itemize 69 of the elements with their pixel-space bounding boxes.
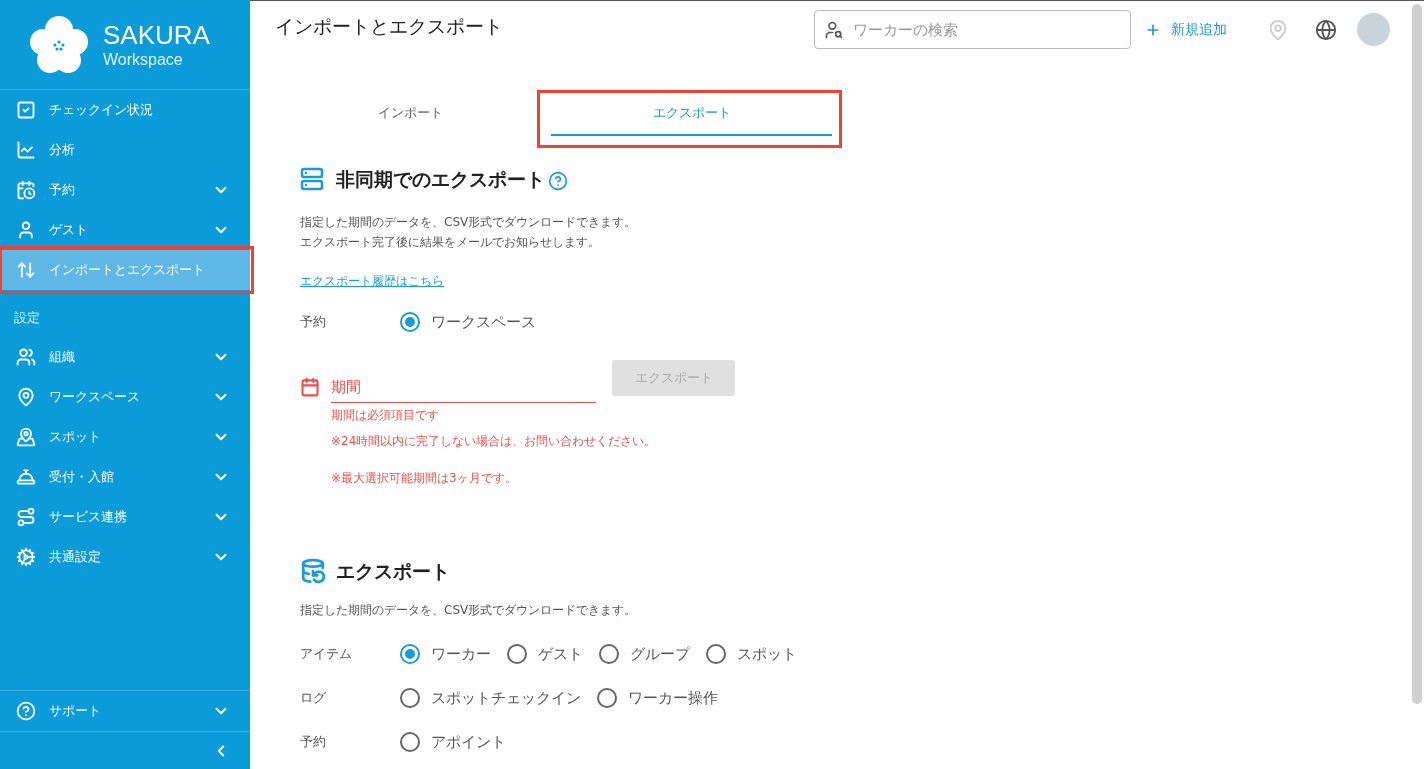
description-text: 指定した期間のデータを、CSV形式でダウンロードできます。	[300, 214, 638, 231]
sidebar-item-icon	[16, 347, 36, 367]
description-text: 指定した期間のデータを、CSV形式でダウンロードできます。	[300, 602, 638, 619]
logo-subtitle: Workspace	[103, 51, 184, 68]
sidebar-item-icon	[16, 701, 36, 721]
logo-title: SAKURA	[103, 21, 210, 48]
page-title: インポートとエクスポート	[275, 14, 504, 40]
sidebar-item[interactable]: 共通設定	[0, 537, 250, 577]
database-export-icon	[300, 558, 326, 584]
sidebar-item[interactable]: スポット	[0, 417, 250, 457]
sidebar-item-icon	[16, 427, 36, 447]
sidebar-item[interactable]: インポートとエクスポート	[0, 250, 250, 290]
sidebar-item-icon	[16, 547, 36, 567]
search-field[interactable]: ワーカーの検索	[814, 10, 1131, 49]
radio-option[interactable]: ゲスト	[507, 642, 583, 666]
radio-option[interactable]: スポット	[706, 642, 797, 666]
export-history-link[interactable]: エクスポート履歴はこちら	[300, 272, 444, 290]
user-search-icon	[824, 20, 844, 40]
radio-option[interactable]: ワークスペース	[400, 310, 536, 334]
sidebar-item-icon	[16, 507, 36, 527]
sidebar-item-icon	[16, 467, 36, 487]
sidebar-item-icon	[16, 387, 36, 407]
radio-button[interactable]	[597, 688, 617, 708]
section-heading: 非同期でのエクスポート	[336, 166, 545, 192]
description-text: エクスポート完了後に結果をメールでお知らせします。	[300, 234, 601, 251]
field-label: ログ	[300, 689, 327, 708]
add-new-button[interactable]: 新規追加	[1145, 19, 1227, 40]
radio-button[interactable]	[400, 732, 420, 752]
period-field[interactable]: 期間	[331, 372, 596, 403]
error-message: 期間は必須項目です	[331, 407, 440, 424]
field-label: 予約	[300, 313, 327, 332]
sidebar-item[interactable]: チェックイン状況	[0, 90, 250, 130]
field-label: アイテム	[300, 645, 353, 664]
calendar-icon	[300, 377, 320, 397]
tab[interactable]: インポート	[270, 94, 551, 136]
sidebar-item[interactable]: ゲスト	[0, 210, 250, 250]
sidebar-item[interactable]: 予約	[0, 170, 250, 210]
radio-button[interactable]	[400, 688, 420, 708]
radio-option[interactable]: ワーカー	[400, 642, 491, 666]
radio-option[interactable]: アポイント	[400, 730, 506, 754]
radio-button[interactable]	[507, 644, 527, 664]
server-icon	[300, 166, 324, 192]
field-label: 予約	[300, 733, 327, 752]
flower-logo-icon	[29, 15, 89, 74]
sidebar-item[interactable]: サービス連携	[0, 497, 250, 537]
sidebar-item[interactable]: 組織	[0, 337, 250, 377]
help-icon[interactable]	[548, 171, 568, 191]
section-heading: エクスポート	[336, 558, 450, 584]
radio-button[interactable]	[599, 644, 619, 664]
note-text: ※24時間以内に完了しない場合は、お問い合わせください。	[331, 433, 658, 450]
sidebar-item-icon	[16, 180, 36, 200]
radio-option[interactable]: ワーカー操作	[597, 686, 718, 710]
sidebar-item[interactable]: サポート	[0, 691, 250, 731]
radio-button[interactable]	[400, 312, 420, 332]
radio-option[interactable]: スポットチェックイン	[400, 686, 581, 710]
sidebar-item-icon	[16, 100, 36, 120]
tab[interactable]: エクスポート	[551, 94, 832, 136]
radio-button[interactable]	[400, 644, 420, 664]
section-label: 設定	[14, 308, 40, 327]
globe-icon[interactable]	[1315, 18, 1337, 41]
note-text: ※最大選択可能期間は3ヶ月です。	[331, 470, 518, 487]
sidebar-item[interactable]: 分析	[0, 130, 250, 170]
radio-button[interactable]	[706, 644, 726, 664]
sidebar-item[interactable]: 受付・入館	[0, 457, 250, 497]
sidebar-item-icon	[16, 140, 36, 160]
sidebar-item[interactable]: ワークスペース	[0, 377, 250, 417]
radio-option[interactable]: グループ	[599, 642, 690, 666]
sidebar-item-icon	[16, 220, 36, 240]
sidebar-item-icon	[16, 260, 36, 280]
